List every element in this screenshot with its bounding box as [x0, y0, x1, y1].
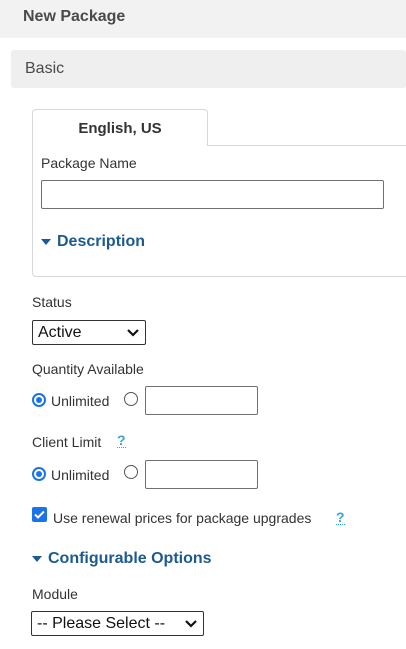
client-limit-input[interactable] — [145, 460, 258, 489]
renewal-help-icon[interactable]: ? — [336, 510, 345, 525]
chevron-down-icon — [127, 328, 139, 337]
module-label: Module — [32, 586, 78, 602]
configurable-options-toggle[interactable]: Configurable Options — [32, 550, 212, 568]
module-selected-value: -- Please Select -- — [37, 614, 166, 632]
status-label: Status — [32, 294, 72, 310]
section-basic-header[interactable]: Basic — [11, 50, 406, 88]
checkmark-icon — [34, 510, 45, 519]
package-name-label: Package Name — [41, 155, 137, 171]
client-limit-custom-radio[interactable] — [124, 465, 138, 479]
quantity-custom-radio[interactable] — [124, 392, 138, 406]
quantity-unlimited-radio[interactable] — [32, 392, 46, 407]
renewal-prices-checkbox[interactable] — [32, 507, 47, 522]
quantity-input[interactable] — [145, 386, 258, 415]
caret-down-icon — [32, 556, 42, 562]
quantity-unlimited-option[interactable]: Unlimited — [32, 390, 109, 409]
client-limit-unlimited-option[interactable]: Unlimited — [32, 464, 109, 483]
description-toggle[interactable]: Description — [41, 233, 145, 251]
description-label: Description — [57, 233, 146, 250]
caret-down-icon — [41, 239, 51, 245]
status-select[interactable]: Active — [32, 320, 146, 345]
client-limit-unlimited-label: Unlimited — [51, 467, 110, 483]
status-selected-value: Active — [38, 323, 82, 341]
client-limit-label: Client Limit — [32, 434, 102, 450]
renewal-prices-label: Use renewal prices for package upgrades — [53, 510, 312, 526]
page-title: New Package — [0, 0, 406, 38]
package-name-input[interactable] — [41, 180, 384, 209]
tab-english-us[interactable]: English, US — [32, 109, 208, 146]
module-select[interactable]: -- Please Select -- — [31, 611, 204, 636]
client-limit-help-icon[interactable]: ? — [117, 433, 126, 448]
chevron-down-icon — [185, 619, 197, 628]
quantity-available-label: Quantity Available — [32, 361, 144, 377]
quantity-unlimited-label: Unlimited — [51, 393, 110, 409]
configurable-options-label: Configurable Options — [48, 550, 212, 567]
client-limit-unlimited-radio[interactable] — [32, 466, 46, 481]
